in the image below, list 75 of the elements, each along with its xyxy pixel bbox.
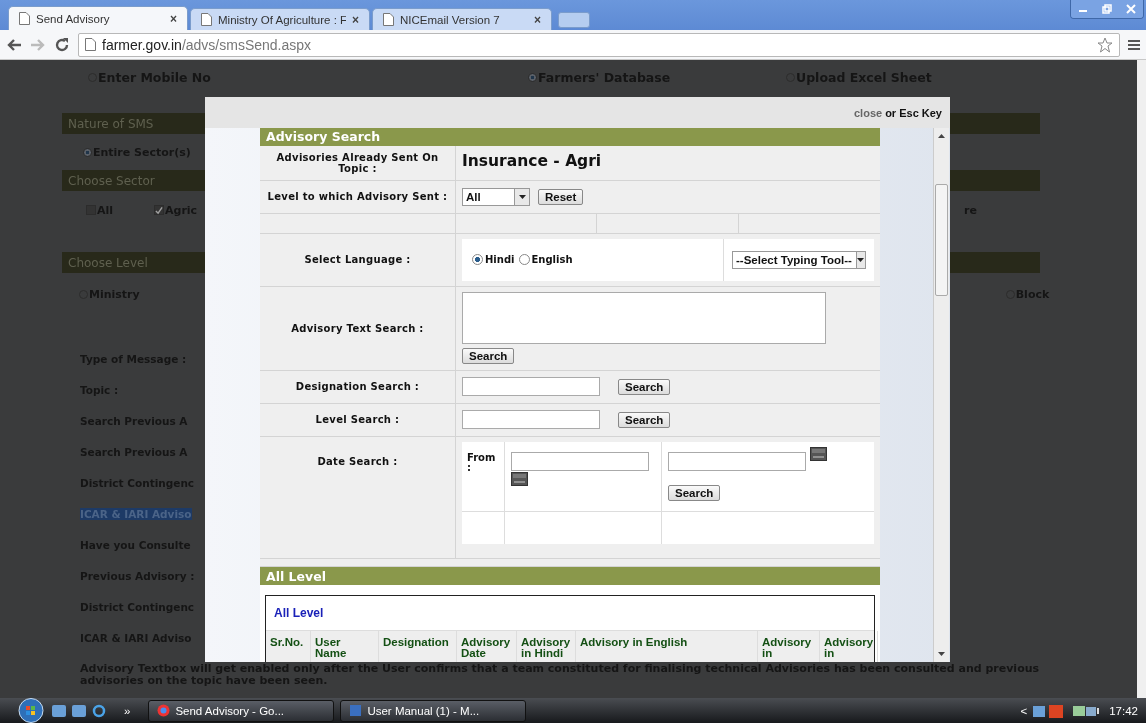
column-header: Advisory in Hindi <box>517 631 576 662</box>
back-icon[interactable] <box>6 37 22 52</box>
close-icon[interactable]: × <box>170 11 177 26</box>
browser-tab[interactable]: NICEmail Version 7 × <box>372 8 552 30</box>
modal-scrollbar[interactable] <box>933 128 949 662</box>
radio-button[interactable] <box>472 254 483 266</box>
caret-icon <box>518 194 526 199</box>
page-icon <box>85 38 96 51</box>
column-header: Advisory in English <box>576 631 758 662</box>
taskbar-button[interactable]: User Manual (1) - M... <box>340 699 527 722</box>
column-header: Designation <box>379 631 457 662</box>
caret-icon <box>857 257 865 262</box>
close-icon[interactable] <box>1119 0 1143 18</box>
field-label: Designation Search : <box>295 381 420 393</box>
address-bar[interactable]: farmer.gov.in/advs/smsSend.aspx <box>78 32 1120 57</box>
calendar-icon[interactable] <box>511 471 528 486</box>
reload-icon[interactable] <box>54 36 70 53</box>
column-header: Advisory in <box>820 631 879 662</box>
field-label: Date Search : <box>317 455 398 467</box>
search-button[interactable]: Search <box>618 378 671 395</box>
field-label: From : <box>467 451 496 473</box>
radio-button[interactable] <box>518 254 530 266</box>
browser-tab[interactable]: Send Advisory × <box>8 6 188 30</box>
app-icon <box>157 704 171 717</box>
page-scrollbar[interactable] <box>1137 60 1146 698</box>
calendar-icon[interactable] <box>810 446 827 461</box>
reset-button[interactable]: Reset <box>538 188 584 205</box>
field-label: Advisory Text Search : <box>291 322 424 334</box>
column-header: Sr.No. <box>266 631 311 662</box>
input-field[interactable] <box>511 451 649 471</box>
taskbar-button[interactable]: Send Advisory - Go... <box>148 699 335 722</box>
input-field[interactable] <box>462 410 600 430</box>
more-icon[interactable]: » <box>124 704 131 717</box>
scroll-thumb[interactable] <box>935 184 948 296</box>
level-dropdown[interactable]: All <box>462 187 530 206</box>
search-button[interactable]: Search <box>668 485 721 502</box>
minimize-icon[interactable] <box>1071 0 1095 18</box>
page-icon <box>19 12 30 25</box>
search-button[interactable]: Search <box>618 411 671 428</box>
column-header: Advisory in <box>758 631 820 662</box>
close-icon[interactable]: × <box>352 12 359 27</box>
start-orb-icon[interactable] <box>16 698 46 723</box>
desktop-icon[interactable] <box>52 704 66 717</box>
radio-button[interactable] <box>83 147 92 157</box>
new-tab-button[interactable] <box>558 12 590 28</box>
clock[interactable]: 17:42 <box>1109 704 1138 717</box>
search-button[interactable]: Search <box>462 348 515 365</box>
text-area[interactable] <box>462 292 826 345</box>
input-field[interactable] <box>462 377 600 397</box>
option-label: Hindi <box>485 254 515 266</box>
option-label: English <box>531 254 573 266</box>
page-icon <box>201 13 212 26</box>
column-header: Advisory Date <box>457 631 517 662</box>
panel-heading: Advisory Search <box>260 128 880 146</box>
field-label: Level Search : <box>315 414 400 426</box>
field-label: Level to which Advisory Sent : <box>267 191 448 203</box>
page-icon <box>383 13 394 26</box>
field-label: Select Language : <box>304 254 411 266</box>
input-field[interactable] <box>668 451 806 471</box>
window-icon[interactable] <box>72 704 86 717</box>
menu-icon[interactable] <box>1128 38 1140 51</box>
close-icon[interactable]: × <box>534 12 541 27</box>
typing-tool-dropdown[interactable]: --Select Typing Tool-- <box>732 250 866 269</box>
panel-heading: All Level <box>260 567 880 585</box>
browser-icon[interactable] <box>92 703 106 718</box>
forward-icon[interactable] <box>30 37 46 52</box>
tray-expand-icon[interactable]: < <box>1020 704 1028 717</box>
radio-button[interactable] <box>528 73 537 82</box>
app-icon <box>349 704 363 717</box>
checkbox[interactable] <box>154 205 164 215</box>
topic-title: Insurance - Agri <box>462 151 602 170</box>
browser-tab[interactable]: Ministry Of Agriculture : F × <box>190 8 370 30</box>
scroll-down-icon[interactable] <box>938 652 945 656</box>
star-icon[interactable] <box>1097 36 1113 53</box>
column-header: User Name <box>311 631 379 662</box>
